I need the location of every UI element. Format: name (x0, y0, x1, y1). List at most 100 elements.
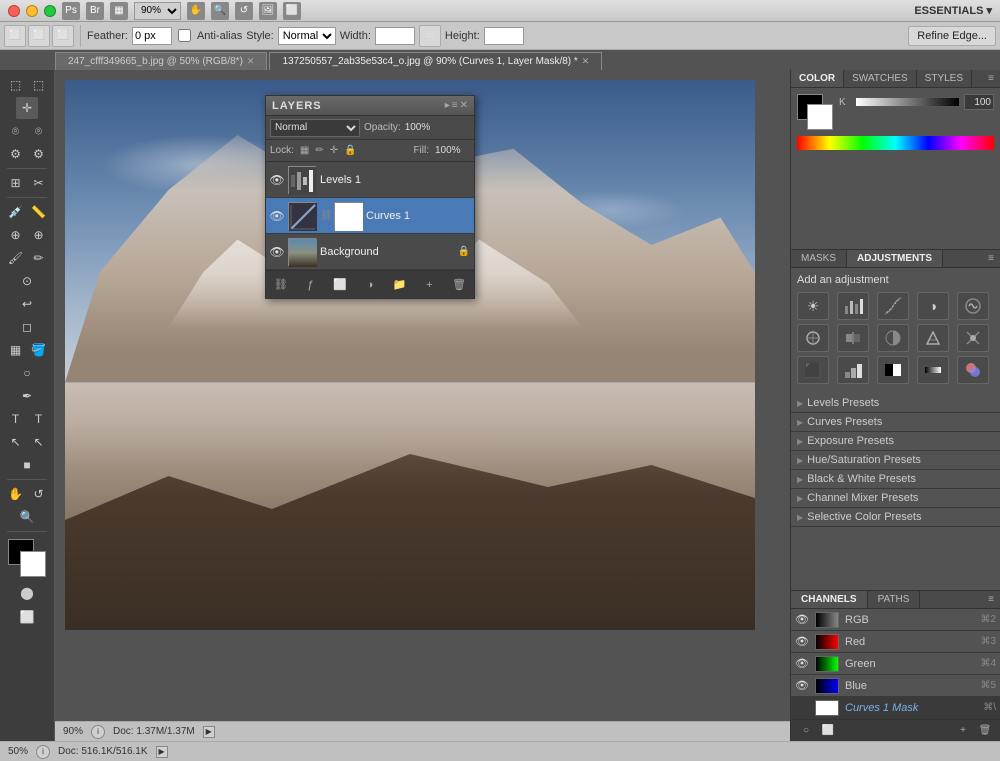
direct-selection-tool[interactable]: ↖ (28, 431, 50, 453)
view-icon[interactable]: ▦ (110, 2, 128, 20)
essentials-label[interactable]: ESSENTIALS ▾ (914, 4, 992, 17)
screen-icon[interactable]: ⬜ (283, 2, 301, 20)
lock-transparent-icon[interactable]: ▦ (300, 145, 309, 156)
panel-menu-btn[interactable]: ≡ (452, 100, 458, 111)
frame-mode[interactable]: ⬜ (16, 606, 38, 628)
history-brush-tool[interactable]: ↩ (16, 293, 38, 315)
color-panel-menu[interactable]: ≡ (982, 70, 1000, 87)
new-adjustment-icon[interactable]: ◑ (360, 275, 380, 295)
channel-eye-red[interactable]: 👁 (795, 635, 809, 648)
layer-visibility-levels[interactable]: 👁 (270, 173, 284, 187)
dodge-tool[interactable]: ○ (16, 362, 38, 384)
slice-tool[interactable]: ✂ (28, 172, 50, 194)
quick-mask-mode[interactable]: ⬤ (16, 582, 38, 604)
channel-row-green[interactable]: 👁 Green ⌘4 (791, 653, 1000, 675)
adj-color-balance-icon[interactable] (837, 324, 869, 352)
new-layer-icon[interactable]: + (419, 275, 439, 295)
selection-tool-3[interactable]: ⬜ (52, 25, 74, 47)
color-spectrum-bar[interactable] (797, 136, 994, 150)
channel-eye-rgb[interactable]: 👁 (795, 613, 809, 626)
layer-row-levels[interactable]: 👁 Levels 1 (266, 162, 474, 198)
adj-bw-icon[interactable] (877, 324, 909, 352)
delete-layer-icon[interactable]: 🗑 (449, 275, 469, 295)
bottom-nav-icon[interactable]: ▶ (156, 746, 168, 758)
lock-pixels-icon[interactable]: ✏ (315, 145, 323, 156)
selection-tool-2[interactable]: ⬜ (28, 25, 50, 47)
tab-1[interactable]: 247_cfff349665_b.jpg @ 50% (RGB/8*) ✕ (55, 52, 267, 70)
k-value-input[interactable] (964, 94, 994, 110)
blend-mode-select[interactable]: Normal (270, 119, 360, 137)
channel-new-icon[interactable]: + (954, 722, 972, 740)
adj-vibrance-icon[interactable] (957, 292, 989, 320)
tab-swatches[interactable]: SWATCHES (844, 70, 917, 87)
crop-tool[interactable]: ⊞ (5, 172, 27, 194)
selection-tool-1[interactable]: ⬜ (4, 25, 26, 47)
tab-color[interactable]: COLOR (791, 70, 844, 87)
preset-levels[interactable]: ▶ Levels Presets (791, 394, 1000, 413)
zoom-tool-icon[interactable]: 🔍 (211, 2, 229, 20)
close-button[interactable] (8, 5, 20, 17)
layer-visibility-curves[interactable]: 👁 (270, 209, 284, 223)
ruler-tool[interactable]: 📏 (28, 201, 50, 223)
height-input[interactable] (484, 27, 524, 45)
type-tool[interactable]: T (5, 408, 27, 430)
preset-hue-sat[interactable]: ▶ Hue/Saturation Presets (791, 451, 1000, 470)
bottom-info-icon[interactable]: i (36, 745, 50, 759)
add-style-icon[interactable]: ƒ (301, 275, 321, 295)
canvas-nav-icon[interactable]: ▶ (203, 726, 215, 738)
adj-hue-sat-icon[interactable] (797, 324, 829, 352)
adj-posterize-icon[interactable] (837, 356, 869, 384)
layer-visibility-background[interactable]: 👁 (270, 245, 284, 259)
rotate-icon[interactable]: ↺ (235, 2, 253, 20)
marquee-tool-2[interactable]: ⬚ (28, 74, 50, 96)
channel-load-icon[interactable]: ○ (797, 722, 815, 740)
rotate-view-tool[interactable]: ↺ (28, 483, 50, 505)
width-input[interactable] (375, 27, 415, 45)
path-selection-tool[interactable]: ↖ (5, 431, 27, 453)
pencil-tool[interactable]: ✏ (28, 247, 50, 269)
lock-all-icon[interactable]: 🔒 (344, 145, 356, 156)
tab-2[interactable]: 137250557_2ab35e53c4_o.jpg @ 90% (Curves… (269, 52, 602, 70)
hand-tool-icon[interactable]: ✋ (187, 2, 205, 20)
brush-tool[interactable]: 🖌 (5, 247, 27, 269)
zoom-tool[interactable]: 🔍 (16, 506, 38, 528)
channel-row-blue[interactable]: 👁 Blue ⌘5 (791, 675, 1000, 697)
adj-brightness-icon[interactable]: ☀ (797, 292, 829, 320)
anti-alias-checkbox[interactable] (178, 29, 191, 42)
adj-exposure-icon[interactable]: ◑ (917, 292, 949, 320)
paint-bucket-tool[interactable]: 🪣 (28, 339, 50, 361)
shape-tool[interactable]: ■ (16, 454, 38, 476)
preset-selective-color[interactable]: ▶ Selective Color Presets (791, 508, 1000, 527)
swap-icon[interactable]: ⇄ (419, 25, 441, 47)
tab-2-close[interactable]: ✕ (582, 56, 590, 67)
add-mask-icon[interactable]: ⬜ (330, 275, 350, 295)
lasso-tool-2[interactable]: ⌾ (28, 120, 50, 142)
tab-1-close[interactable]: ✕ (247, 56, 255, 67)
adj-curves-icon[interactable] (877, 292, 909, 320)
maximize-button[interactable] (44, 5, 56, 17)
gradient-tool[interactable]: ▦ (5, 339, 27, 361)
marquee-tool[interactable]: ⬚ (5, 74, 27, 96)
channel-row-red[interactable]: 👁 Red ⌘3 (791, 631, 1000, 653)
quick-select-tool[interactable]: ⚙ (5, 143, 27, 165)
image-icon[interactable]: 🖼 (259, 2, 277, 20)
adjustments-panel-menu[interactable]: ≡ (982, 250, 1000, 267)
adj-levels-icon[interactable] (837, 292, 869, 320)
eyedropper-tool[interactable]: 💉 (5, 201, 27, 223)
channel-save-icon[interactable]: ⬜ (819, 722, 837, 740)
channel-row-rgb[interactable]: 👁 RGB ⌘2 (791, 609, 1000, 631)
adj-channel-mixer-icon[interactable] (957, 324, 989, 352)
layer-row-curves[interactable]: 👁 ⛓ Curves 1 (266, 198, 474, 234)
style-select[interactable]: Normal (278, 27, 336, 45)
preset-channel-mixer[interactable]: ▶ Channel Mixer Presets (791, 489, 1000, 508)
adj-selective-color-icon[interactable] (957, 356, 989, 384)
move-tool[interactable]: ✛ (16, 97, 38, 119)
eraser-tool[interactable]: ◻ (16, 316, 38, 338)
channel-delete-icon[interactable]: 🗑 (976, 722, 994, 740)
background-color[interactable] (20, 551, 46, 577)
adj-gradient-map-icon[interactable] (917, 356, 949, 384)
layer-row-background[interactable]: 👁 Background 🔒 (266, 234, 474, 270)
healing-brush-tool[interactable]: ⊕ (5, 224, 27, 246)
adj-invert-icon[interactable]: ⬛ (797, 356, 829, 384)
preset-bw[interactable]: ▶ Black & White Presets (791, 470, 1000, 489)
